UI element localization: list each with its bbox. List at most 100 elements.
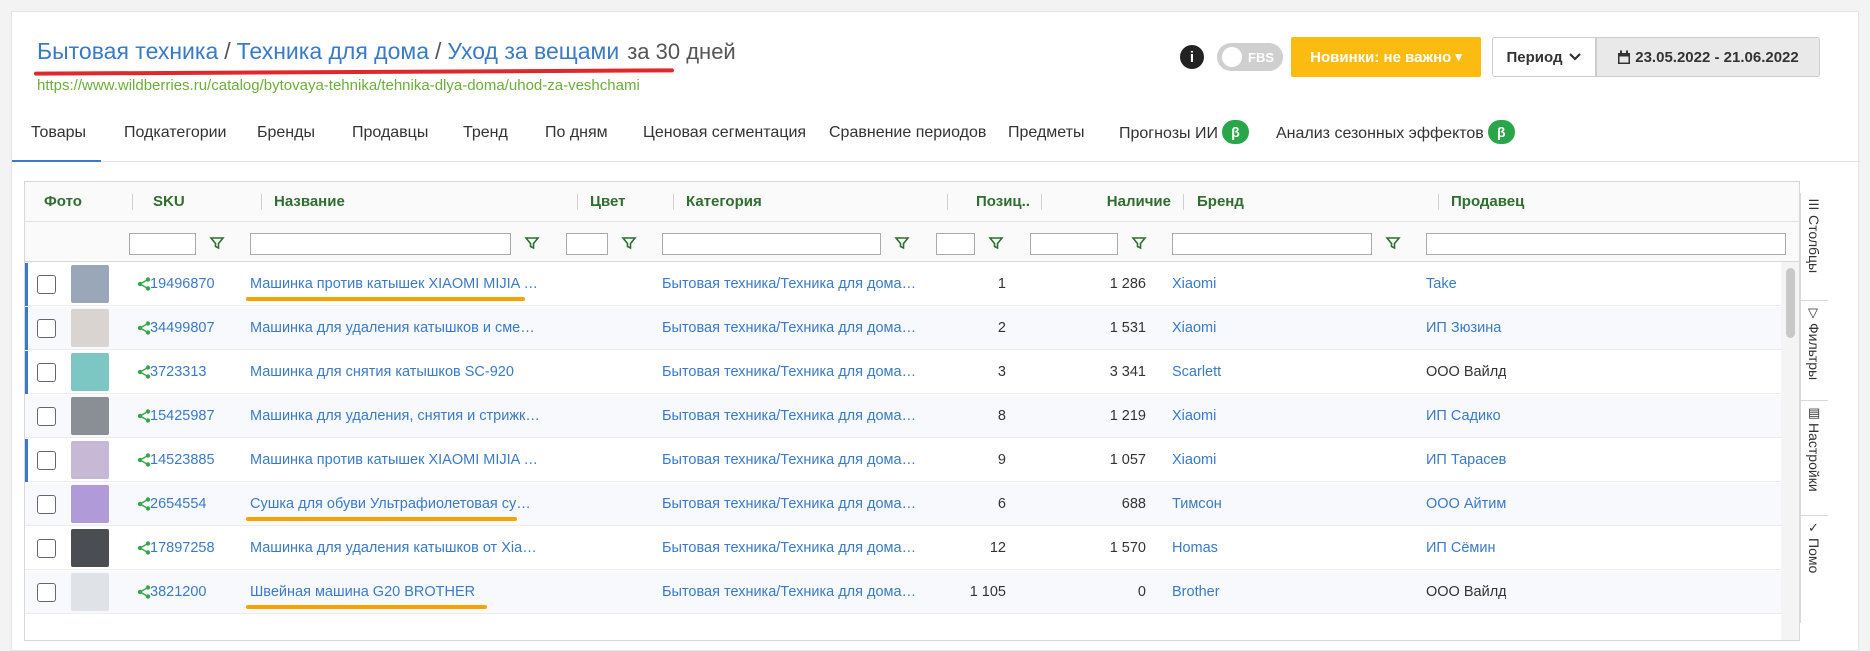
product-photo[interactable] bbox=[71, 265, 109, 303]
tab-trend[interactable]: Тренд bbox=[463, 120, 508, 162]
seller-value[interactable]: ИП Зюзина bbox=[1426, 307, 1506, 350]
column-divider[interactable] bbox=[261, 194, 262, 210]
brand-filter-input[interactable] bbox=[1172, 233, 1372, 255]
row-checkbox[interactable] bbox=[37, 407, 56, 426]
row-checkbox[interactable] bbox=[37, 319, 56, 338]
vertical-scrollbar[interactable] bbox=[1781, 262, 1799, 640]
seller-value[interactable]: ООО Айтим bbox=[1426, 483, 1506, 526]
column-header-sku[interactable]: SKU bbox=[153, 182, 185, 222]
tab-prodavtsy[interactable]: Продавцы bbox=[352, 120, 428, 162]
category-link[interactable]: Бытовая техника/Техника для дома/Уход ..… bbox=[662, 307, 917, 350]
stock-filter-input[interactable] bbox=[1030, 233, 1118, 255]
column-header-seller[interactable]: Продавец bbox=[1451, 182, 1524, 222]
category-link[interactable]: Бытовая техника/Техника для дома/Уход ..… bbox=[662, 263, 917, 306]
share-icon[interactable] bbox=[137, 365, 151, 379]
share-icon[interactable] bbox=[137, 453, 151, 467]
position-filter-input[interactable] bbox=[936, 233, 975, 255]
sku-link[interactable]: 2654554 bbox=[150, 483, 250, 526]
product-photo[interactable] bbox=[71, 309, 109, 347]
filter-icon[interactable] bbox=[1131, 235, 1147, 251]
column-header-brand[interactable]: Бренд bbox=[1197, 182, 1244, 222]
filter-icon[interactable] bbox=[1385, 235, 1401, 251]
brand-link[interactable]: Homas bbox=[1172, 527, 1372, 570]
brand-link[interactable]: Тимсон bbox=[1172, 483, 1372, 526]
product-name-link[interactable]: Машинка для снятия катышков SC-920 bbox=[250, 351, 540, 394]
column-header-category[interactable]: Категория bbox=[686, 182, 762, 222]
row-checkbox[interactable] bbox=[37, 539, 56, 558]
tab-brendy[interactable]: Бренды bbox=[257, 120, 315, 162]
share-icon[interactable] bbox=[137, 409, 151, 423]
seller-value[interactable]: ИП Тарасев bbox=[1426, 439, 1506, 482]
sku-link[interactable]: 19496870 bbox=[150, 263, 250, 306]
product-photo[interactable] bbox=[71, 353, 109, 391]
brand-link[interactable]: Xiaomi bbox=[1172, 263, 1372, 306]
filter-icon[interactable] bbox=[988, 235, 1004, 251]
table-row[interactable]: 14523885 Машинка против катышек XIAOMI MI… bbox=[25, 439, 1781, 482]
column-divider[interactable] bbox=[1041, 194, 1042, 210]
product-photo[interactable] bbox=[71, 441, 109, 479]
sku-filter-input[interactable] bbox=[129, 233, 196, 255]
tab-predmety[interactable]: Предметы bbox=[1008, 120, 1084, 162]
column-header-stock[interactable]: Наличие bbox=[1055, 182, 1171, 222]
filter-icon[interactable] bbox=[209, 235, 225, 251]
column-divider[interactable] bbox=[947, 194, 948, 210]
table-row[interactable]: 3723313 Машинка для снятия катышков SC-92… bbox=[25, 351, 1781, 394]
column-header-photo[interactable]: Фото bbox=[44, 182, 82, 222]
product-photo[interactable] bbox=[71, 485, 109, 523]
product-name-link[interactable]: Машинка против катышек XIAOMI MIJIA RECH… bbox=[250, 439, 540, 482]
scrollbar-thumb[interactable] bbox=[1786, 268, 1795, 338]
sku-link[interactable]: 17897258 bbox=[150, 527, 250, 570]
tab-po-dnyam[interactable]: По дням bbox=[545, 120, 608, 162]
brand-link[interactable]: Brother bbox=[1172, 571, 1372, 614]
novinki-dropdown-button[interactable]: Новинки: не важно ▾ bbox=[1291, 37, 1481, 77]
seller-value[interactable]: ИП Сёмин bbox=[1426, 527, 1506, 570]
category-link[interactable]: Бытовая техника/Техника для дома/Уход ..… bbox=[662, 527, 917, 570]
row-checkbox[interactable] bbox=[37, 275, 56, 294]
table-row[interactable]: 17897258 Машинка для удаления катышков от… bbox=[25, 527, 1781, 570]
seller-filter-input[interactable] bbox=[1426, 233, 1786, 255]
product-name-link[interactable]: Машинка для удаления катышков от Xiaomi bbox=[250, 527, 540, 570]
column-divider[interactable] bbox=[1183, 194, 1184, 210]
color-filter-input[interactable] bbox=[566, 233, 608, 255]
column-header-color[interactable]: Цвет bbox=[590, 182, 625, 222]
side-tab-help[interactable]: ✓ Помо bbox=[1801, 516, 1828, 626]
filter-icon[interactable] bbox=[894, 235, 910, 251]
fbs-toggle[interactable]: FBS bbox=[1217, 43, 1283, 71]
product-photo[interactable] bbox=[71, 573, 109, 611]
table-row[interactable]: 15425987 Машинка для удаления, снятия и с… bbox=[25, 395, 1781, 438]
filter-icon[interactable] bbox=[621, 235, 637, 251]
seller-value[interactable]: ИП Садико bbox=[1426, 395, 1506, 438]
brand-link[interactable]: Xiaomi bbox=[1172, 439, 1372, 482]
table-row[interactable]: 34499807 Машинка для удаления катышков и … bbox=[25, 307, 1781, 350]
column-divider[interactable] bbox=[673, 194, 674, 210]
table-row[interactable]: 2654554 Сушка для обуви Ультрафиолетовая … bbox=[25, 483, 1781, 526]
category-filter-input[interactable] bbox=[662, 233, 881, 255]
column-header-name[interactable]: Название bbox=[274, 182, 345, 222]
row-checkbox[interactable] bbox=[37, 451, 56, 470]
category-link[interactable]: Бытовая техника/Техника для дома/Уход ..… bbox=[662, 395, 917, 438]
category-link[interactable]: Бытовая техника/Техника для дома/Уход ..… bbox=[662, 571, 917, 614]
side-tab-columns[interactable]: ☰ Столбцы bbox=[1801, 193, 1828, 301]
tab-period-comparison[interactable]: Сравнение периодов bbox=[829, 120, 986, 162]
tab-tovary[interactable]: Товары bbox=[12, 120, 101, 162]
table-row[interactable]: 19496870 Машинка против катышек XIAOMI MI… bbox=[25, 263, 1781, 306]
column-divider[interactable] bbox=[1438, 194, 1439, 210]
share-icon[interactable] bbox=[137, 277, 151, 291]
sku-link[interactable]: 14523885 bbox=[150, 439, 250, 482]
row-checkbox[interactable] bbox=[37, 363, 56, 382]
info-icon[interactable]: i bbox=[1180, 45, 1204, 69]
breadcrumb-link-2[interactable]: Уход за вещами bbox=[447, 38, 619, 64]
sku-link[interactable]: 3723313 bbox=[150, 351, 250, 394]
category-link[interactable]: Бытовая техника/Техника для дома/Уход ..… bbox=[662, 439, 917, 482]
brand-link[interactable]: Xiaomi bbox=[1172, 395, 1372, 438]
brand-link[interactable]: Xiaomi bbox=[1172, 307, 1372, 350]
share-icon[interactable] bbox=[137, 497, 151, 511]
row-checkbox[interactable] bbox=[37, 495, 56, 514]
product-name-link[interactable]: Машинка для удаления катышков и сменное … bbox=[250, 307, 540, 350]
category-link[interactable]: Бытовая техника/Техника для дома/Уход ..… bbox=[662, 351, 917, 394]
tab-podkategorii[interactable]: Подкатегории bbox=[124, 120, 226, 162]
sku-link[interactable]: 34499807 bbox=[150, 307, 250, 350]
row-checkbox[interactable] bbox=[37, 583, 56, 602]
catalog-url[interactable]: https://www.wildberries.ru/catalog/bytov… bbox=[37, 77, 640, 94]
side-tab-settings[interactable]: ▤ Настройки bbox=[1801, 401, 1828, 516]
